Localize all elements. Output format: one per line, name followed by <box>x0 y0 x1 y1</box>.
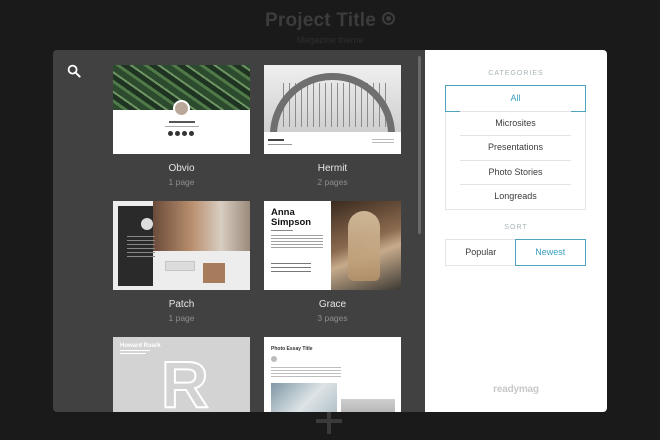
avatar <box>271 356 277 362</box>
thumb-text-line <box>372 139 394 145</box>
thumb-text-line <box>268 144 292 145</box>
template-card-grace[interactable]: Anna Simpson Grace 3 pages <box>264 201 401 323</box>
template-thumbnail[interactable] <box>113 65 250 154</box>
template-card-hermit[interactable]: Hermit 2 pages <box>264 65 401 187</box>
landscape-photo <box>271 383 337 412</box>
pad-shape <box>203 263 225 283</box>
search-icon[interactable] <box>67 64 81 78</box>
thumb-text-line <box>127 236 155 258</box>
category-all[interactable]: All <box>445 85 586 112</box>
template-page-count: 1 page <box>168 177 195 187</box>
project-title-header: Project Title <box>0 10 660 32</box>
avatar <box>141 218 153 230</box>
thumb-text-line <box>271 235 323 249</box>
thumb-text-line <box>120 350 150 351</box>
keyboard-shape <box>165 261 195 271</box>
template-thumbnail[interactable]: Howard Roark R <box>113 337 250 412</box>
desk-photo <box>153 201 250 251</box>
category-photo-stories[interactable]: Photo Stories <box>446 159 585 185</box>
landscape-photo <box>341 399 395 412</box>
template-card-patch[interactable]: Patch 1 page <box>113 201 250 323</box>
thumb-heading: Anna Simpson <box>271 207 312 228</box>
sort-popular-button[interactable]: Popular <box>446 240 516 265</box>
template-card-obvio[interactable]: Obvio 1 page <box>113 65 250 187</box>
project-subtitle: Magazine theme <box>296 35 364 45</box>
filter-sidebar: CATEGORIES All Microsites Presentations … <box>425 50 607 412</box>
thumb-text-line <box>271 367 341 377</box>
category-microsites[interactable]: Microsites <box>446 110 585 136</box>
profile-panel <box>118 206 155 286</box>
template-title[interactable]: Patch <box>113 299 250 310</box>
thumb-heading: Photo Essay Title <box>271 346 313 352</box>
sort-toggle: Popular Newest <box>445 239 586 266</box>
screen: Project Title Magazine theme Obvio 1 pag… <box>0 0 660 440</box>
category-presentations[interactable]: Presentations <box>446 135 585 160</box>
thumb-text-line <box>165 126 199 127</box>
gear-icon <box>382 12 395 25</box>
template-page-count: 1 page <box>168 313 195 323</box>
thumb-text-line <box>120 353 146 354</box>
outline-letter: R <box>160 347 210 412</box>
template-gallery: Obvio 1 page Hermit 2 pages Patch 1 page… <box>53 50 425 412</box>
template-thumbnail[interactable] <box>264 65 401 154</box>
thumb-text-line <box>268 139 284 141</box>
gallery-scrollbar[interactable] <box>418 56 421 234</box>
category-longreads[interactable]: Longreads <box>446 184 585 209</box>
template-thumbnail[interactable]: Anna Simpson <box>264 201 401 290</box>
template-title[interactable]: Obvio <box>113 163 250 174</box>
template-title[interactable]: Hermit <box>264 163 401 174</box>
template-picker-modal: Obvio 1 page Hermit 2 pages Patch 1 page… <box>53 50 607 412</box>
template-thumbnail[interactable] <box>113 201 250 290</box>
categories-label: CATEGORIES <box>488 70 544 77</box>
thumb-heading: Howard Roark <box>120 343 161 349</box>
template-card-photo-essay[interactable]: Photo Essay Title <box>264 337 401 412</box>
template-thumbnail[interactable]: Photo Essay Title <box>264 337 401 412</box>
readymag-logo: readymag <box>493 384 539 395</box>
template-page-count: 3 pages <box>317 313 348 323</box>
template-page-count: 2 pages <box>317 177 348 187</box>
thumb-text-line <box>169 121 195 123</box>
social-icons <box>168 131 196 136</box>
category-list: All Microsites Presentations Photo Stori… <box>445 85 586 210</box>
project-title: Project Title <box>264 10 376 31</box>
avatar <box>173 100 190 117</box>
sort-newest-button[interactable]: Newest <box>514 239 586 266</box>
portrait-figure <box>348 211 380 281</box>
thumb-text-line <box>271 263 311 273</box>
template-title[interactable]: Grace <box>264 299 401 310</box>
thumb-text-line <box>271 230 293 231</box>
sort-label: SORT <box>504 224 528 231</box>
template-card-howard-roark[interactable]: Howard Roark R <box>113 337 250 412</box>
bridge-photo <box>264 65 401 132</box>
